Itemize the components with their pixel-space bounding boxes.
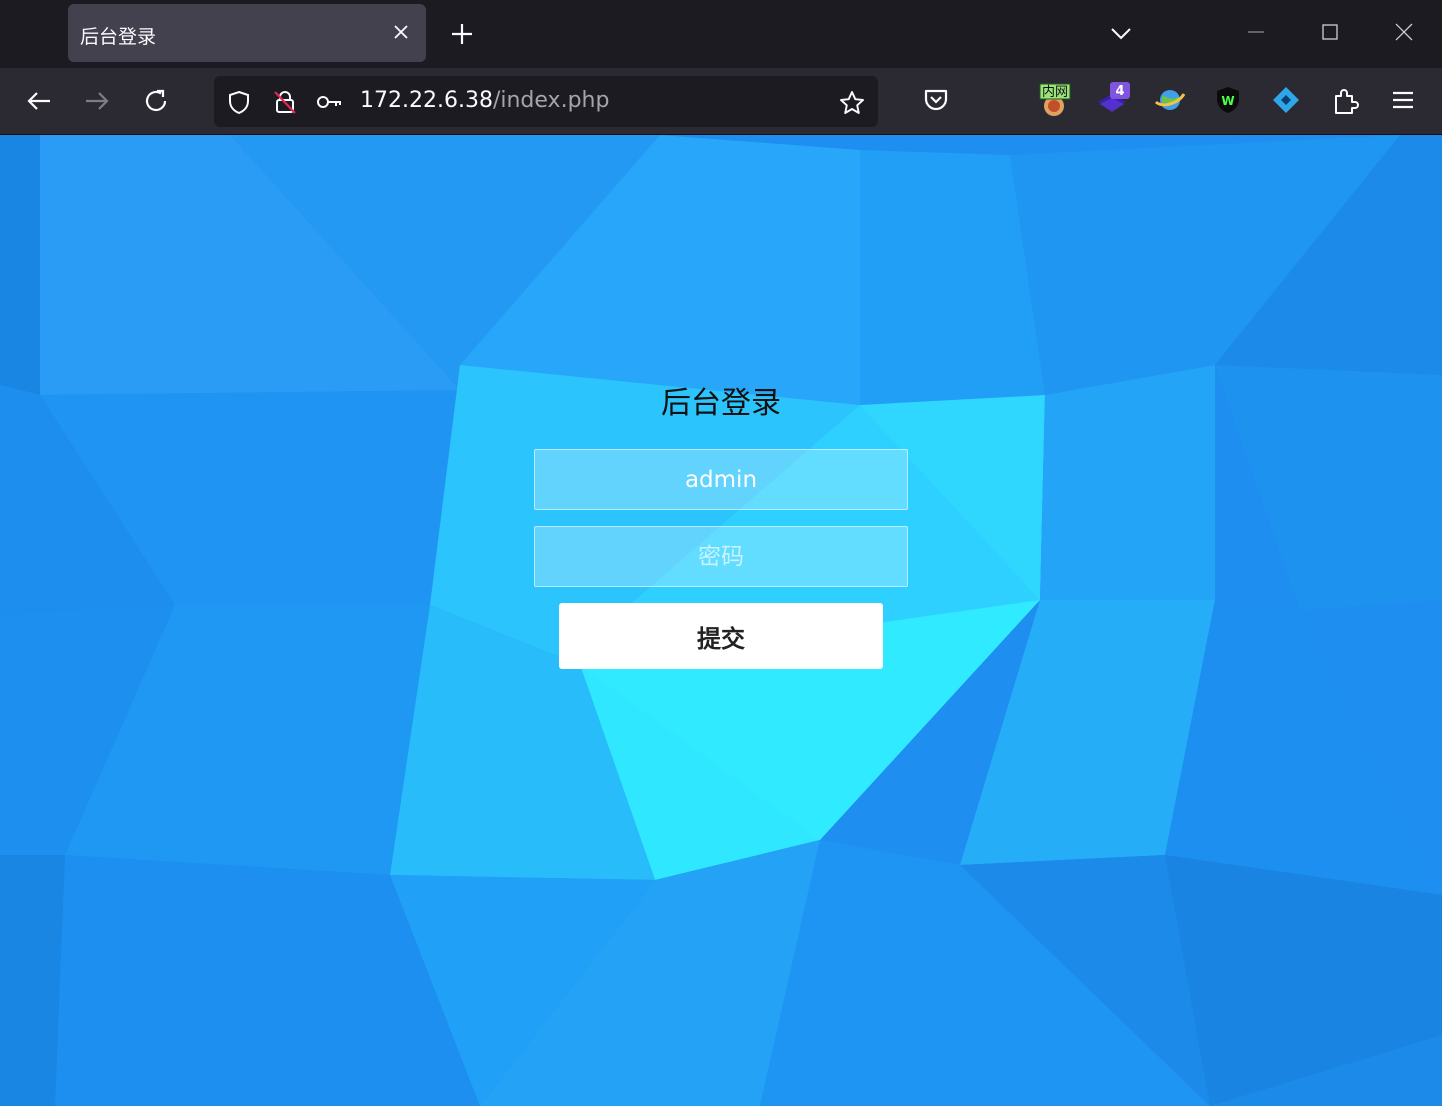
new-tab-plus-icon[interactable] bbox=[448, 20, 476, 48]
address-bar[interactable]: 172.22.6.38/index.php bbox=[214, 76, 878, 127]
intranet-extension-icon[interactable]: 内网 bbox=[1036, 82, 1072, 118]
tab-title: 后台登录 bbox=[80, 26, 157, 48]
url-host: 172.22.6.38 bbox=[360, 88, 493, 113]
page-viewport: 后台登录 提交 bbox=[0, 135, 1442, 1106]
window-minimize-icon[interactable] bbox=[1244, 20, 1268, 44]
extensions-puzzle-icon[interactable] bbox=[1328, 82, 1364, 118]
browser-navigation-bar: 172.22.6.38/index.php 内网 4 W bbox=[0, 68, 1442, 135]
list-all-tabs-chevron-icon[interactable] bbox=[1108, 20, 1134, 46]
browser-tab-strip: 后台登录 bbox=[0, 0, 1442, 68]
stack-extension-icon[interactable]: 4 bbox=[1094, 82, 1130, 118]
svg-text:4: 4 bbox=[1115, 84, 1124, 99]
wappalyzer-extension-icon[interactable] bbox=[1268, 82, 1304, 118]
page-title: 后台登录 bbox=[661, 386, 781, 421]
forward-arrow-icon[interactable] bbox=[82, 86, 112, 116]
window-maximize-icon[interactable] bbox=[1318, 20, 1342, 44]
bookmark-star-icon[interactable] bbox=[838, 89, 866, 117]
shield-w-extension-icon[interactable]: W bbox=[1210, 82, 1246, 118]
url-path: /index.php bbox=[492, 88, 610, 113]
window-close-icon[interactable] bbox=[1392, 20, 1416, 44]
tracking-protection-shield-icon[interactable] bbox=[226, 89, 252, 115]
svg-text:W: W bbox=[1221, 94, 1234, 108]
browser-tab[interactable]: 后台登录 bbox=[68, 4, 426, 62]
username-input[interactable] bbox=[534, 449, 908, 510]
insecure-lock-icon[interactable] bbox=[272, 89, 298, 115]
submit-button[interactable]: 提交 bbox=[559, 603, 883, 669]
earth-extension-icon[interactable] bbox=[1152, 82, 1188, 118]
tab-close-icon[interactable] bbox=[392, 23, 410, 41]
password-input[interactable] bbox=[534, 526, 908, 587]
pocket-icon[interactable] bbox=[918, 82, 954, 118]
url-text[interactable]: 172.22.6.38/index.php bbox=[360, 88, 609, 113]
saved-login-key-icon[interactable] bbox=[316, 89, 342, 115]
reload-icon[interactable] bbox=[141, 86, 171, 116]
hamburger-menu-icon[interactable] bbox=[1385, 82, 1421, 118]
svg-text:内网: 内网 bbox=[1042, 84, 1068, 100]
back-arrow-icon[interactable] bbox=[24, 86, 54, 116]
